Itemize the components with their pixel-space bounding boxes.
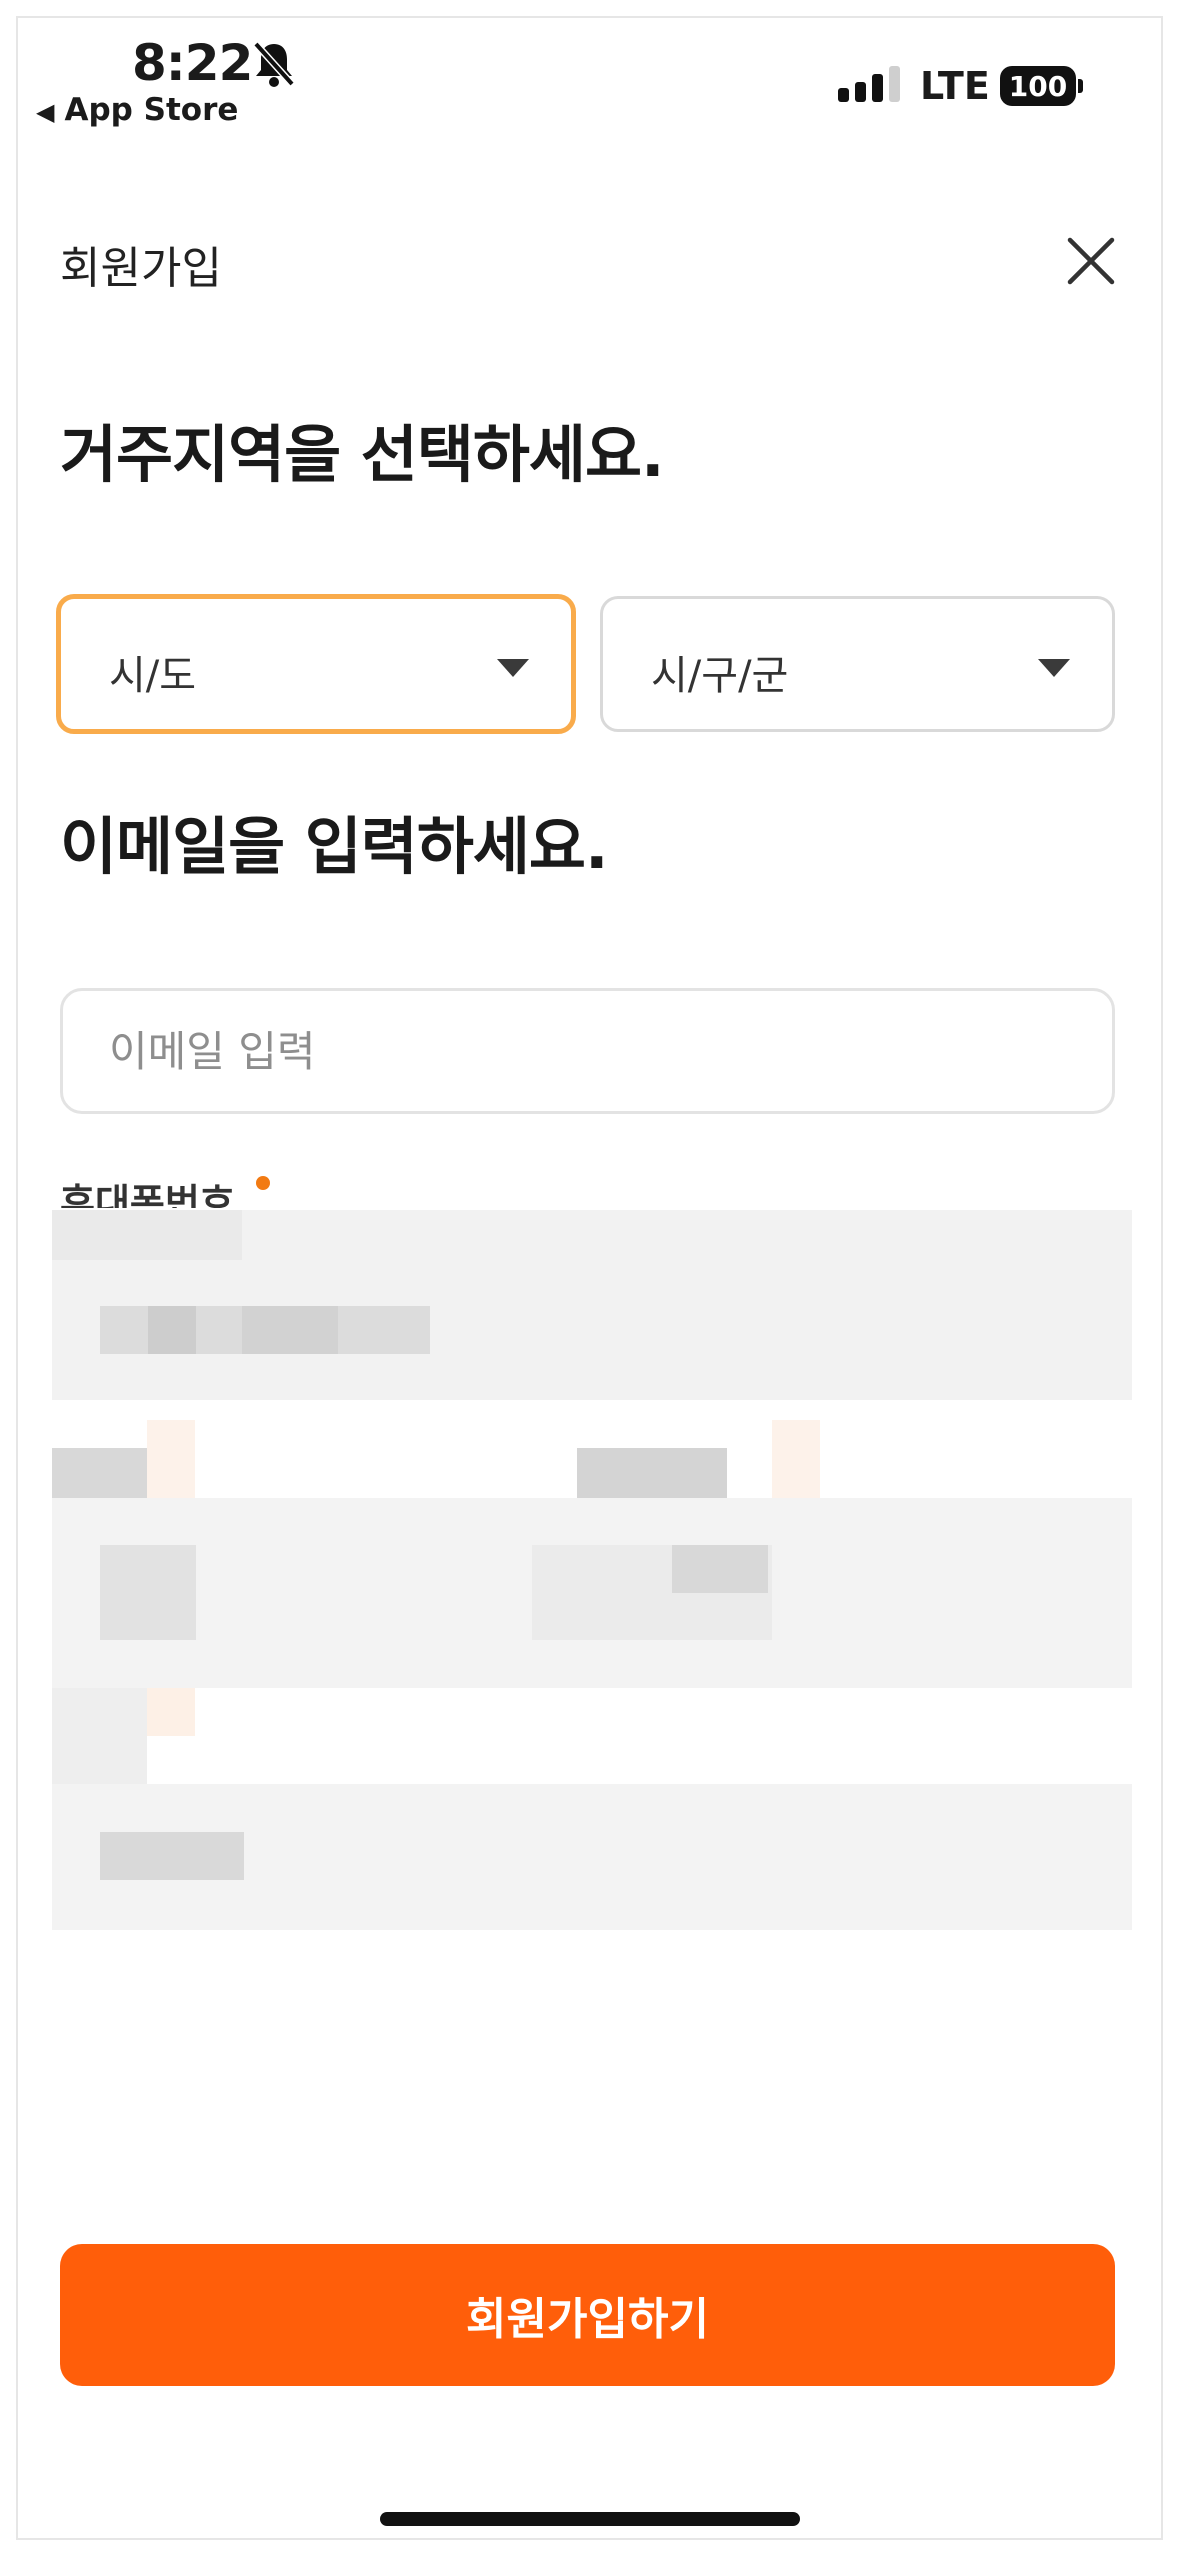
phone-label: 휴대폰번호 <box>60 1181 235 1208</box>
back-to-app-store[interactable]: ◀ App Store <box>36 92 238 128</box>
caret-down-icon <box>1038 659 1070 677</box>
district-select-label: 시/구/군 <box>651 653 789 699</box>
battery-level: 100 <box>1008 69 1068 103</box>
redacted-region <box>52 1210 1132 1930</box>
back-triangle-icon: ◀ <box>36 98 55 126</box>
email-heading: 이메일을 입력하세요. <box>60 810 608 883</box>
signup-submit-button[interactable]: 회원가입하기 <box>60 2244 1115 2386</box>
email-input[interactable] <box>60 988 1115 1114</box>
home-indicator[interactable] <box>380 2512 800 2526</box>
required-indicator <box>256 1176 270 1190</box>
province-select[interactable]: 시/도 <box>56 594 576 734</box>
silent-bell-icon <box>253 41 295 87</box>
back-app-label: App Store <box>64 92 239 128</box>
region-heading: 거주지역을 선택하세요. <box>60 418 665 491</box>
close-icon[interactable] <box>1062 232 1120 290</box>
province-select-label: 시/도 <box>109 653 197 699</box>
page-title: 회원가입 <box>60 243 222 294</box>
district-select[interactable]: 시/구/군 <box>600 596 1115 732</box>
battery-cap <box>1078 79 1083 93</box>
network-type: LTE <box>920 64 990 108</box>
battery-icon: 100 <box>1000 66 1076 106</box>
status-time: 8:22 <box>132 34 253 92</box>
caret-down-icon <box>497 659 529 677</box>
cellular-signal-icon <box>838 66 900 102</box>
